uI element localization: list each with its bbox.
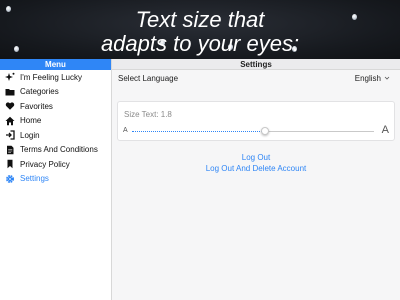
bookmark-icon (5, 159, 15, 169)
login-icon (5, 130, 15, 140)
language-value: English (354, 74, 381, 83)
sparkle-icon (5, 72, 15, 82)
logout-link[interactable]: Log Out (112, 152, 400, 163)
sidebar-item-favorites[interactable]: Favorites (0, 99, 111, 114)
language-value-wrapper: English (355, 74, 390, 83)
sidebar-item-privacy[interactable]: Privacy Policy (0, 157, 111, 172)
sidebar-item-label: Settings (20, 174, 49, 184)
slider-thumb[interactable] (261, 127, 269, 135)
sidebar-item-label: Home (20, 116, 42, 126)
sidebar-menu: Menu I'm Feeling Lucky Categories Favori… (0, 59, 112, 300)
sidebar-item-categories[interactable]: Categories (0, 85, 111, 100)
banner-title-line-2: adapts to your eyes: (100, 31, 300, 56)
sidebar-item-terms[interactable]: Terms And Conditions (0, 143, 111, 158)
sidebar-item-label: Terms And Conditions (20, 145, 98, 155)
document-icon (5, 145, 15, 155)
slider-min-label: A (123, 127, 128, 134)
sidebar-item-home[interactable]: Home (0, 114, 111, 129)
slider-max-label: A (381, 124, 389, 136)
size-text-label: Size Text: 1.8 (124, 110, 172, 119)
gear-icon (5, 174, 15, 184)
sidebar-item-label: Favorites (20, 101, 53, 111)
sidebar-title: Menu (0, 59, 111, 70)
home-icon (5, 116, 15, 126)
chevron-down-icon (384, 74, 390, 83)
language-selector[interactable]: Select Language English (112, 70, 400, 87)
sidebar-item-label: Categories (20, 87, 59, 97)
slider-track-remaining[interactable] (265, 131, 374, 132)
language-label: Select Language (118, 74, 179, 83)
settings-panel: Settings Select Language English Size Te… (112, 59, 400, 300)
sidebar-item-settings[interactable]: Settings (0, 172, 111, 187)
sidebar-item-label: Privacy Policy (20, 159, 70, 169)
banner-title: Text size that adapts to your eyes: (0, 8, 400, 56)
sidebar-item-label: Login (20, 130, 40, 140)
sidebar-item-label: I'm Feeling Lucky (20, 72, 82, 82)
sidebar-item-feeling-lucky[interactable]: I'm Feeling Lucky (0, 70, 111, 85)
heart-icon (5, 101, 15, 111)
promo-banner: Text size that adapts to your eyes: (0, 0, 400, 59)
sidebar-item-login[interactable]: Login (0, 128, 111, 143)
page-title: Settings (112, 59, 400, 70)
folder-icon (5, 87, 15, 97)
account-actions: Log Out Log Out And Delete Account (112, 152, 400, 174)
banner-title-line-1: Text size that (135, 7, 265, 32)
text-size-card: Size Text: 1.8 A A (117, 101, 395, 141)
logout-delete-account-link[interactable]: Log Out And Delete Account (112, 163, 400, 174)
